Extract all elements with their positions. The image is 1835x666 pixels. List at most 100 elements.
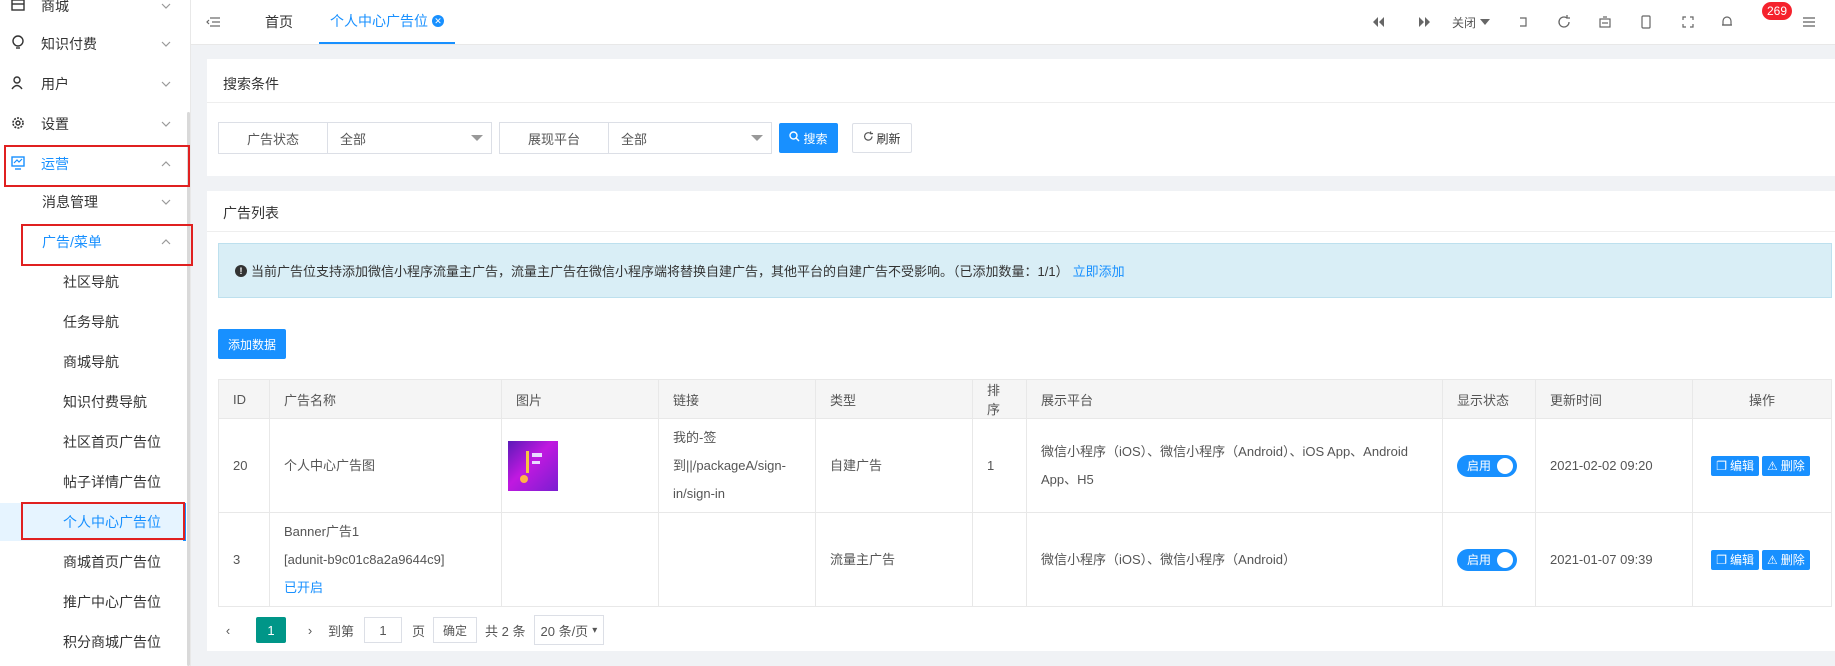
ad-thumbnail[interactable] [508,440,558,491]
sidebar-item-knowledge-nav[interactable]: 知识付费导航 [0,384,186,420]
sidebar-item-messages[interactable]: 消息管理 [0,184,186,220]
add-now-link[interactable]: 立即添加 [1073,261,1125,280]
status-toggle[interactable]: 启用 [1457,548,1517,571]
cell-link: 我的-签到||/packageA/sign-in/sign-in [658,418,816,513]
clear-cache-icon[interactable] [1595,12,1615,32]
delete-button[interactable]: ⚠ 删除 [1762,549,1810,570]
delete-button-label: 删除 [1780,552,1805,567]
highlight-box [21,502,185,540]
fullscreen-icon[interactable] [1678,12,1698,32]
edit-button[interactable]: ❐ 编辑 [1711,455,1759,476]
status-select-value: 全部 [340,131,367,147]
sidebar-item-settings[interactable]: 设置 [0,106,186,142]
mobile-icon[interactable] [1636,12,1656,32]
search-icon [789,131,800,145]
sidebar-item-promo-center-ad[interactable]: 推广中心广告位 [0,584,186,620]
cell-time: 2021-02-02 09:20 [1535,418,1693,513]
status-toggle-label: 启用 [1467,458,1492,473]
goto-confirm-button[interactable]: 确定 [433,617,478,643]
sidebar-item-label: 积分商城广告位 [63,634,161,650]
prev-page-icon[interactable]: ‹ [218,623,238,638]
sidebar-item-user[interactable]: 用户 [0,66,186,102]
ad-notice: ! 当前广告位支持添加微信小程序流量主广告，流量主广告在微信小程序端将替换自建广… [218,243,1832,298]
ad-enabled-text: 已开启 [284,579,324,595]
bell-icon[interactable] [1717,12,1737,32]
user-icon [10,75,26,91]
sidebar-item-shop-nav[interactable]: 商城导航 [0,344,186,380]
highlight-box [4,145,190,187]
ad-unit-id: [adunit-b9c01c8a2a9644c9] [284,551,445,567]
column-header: 展示平台 [1026,379,1443,419]
table-row: 20 个人中心广告图 我的-签到||/packageA/sign-in/sign… [218,418,1832,513]
tab-home[interactable]: 首页 [265,0,293,44]
pagination: ‹ 1 › 到第 1 页 确定 共 2 条 20 条/页 ▾ [218,614,605,646]
page-unit-label: 页 [412,623,426,639]
sidebar-item-shop-home-ad[interactable]: 商城首页广告位 [0,544,186,580]
cell-image [501,418,659,513]
status-filter-label: 广告状态 [219,123,328,153]
column-header: 操作 [1692,379,1832,419]
search-panel: 搜索条件 广告状态 全部 展现平台 全部 搜索 刷新 [207,59,1835,176]
platform-filter-label: 展现平台 [500,123,609,153]
platform-select-value: 全部 [621,131,648,147]
next-page-icon[interactable]: › [300,623,320,638]
status-select[interactable]: 全部 [328,123,491,153]
scroll-left-icon[interactable] [1368,12,1388,32]
cell-type: 流量主广告 [815,512,973,607]
sidebar-item-community-nav[interactable]: 社区导航 [0,264,186,300]
goto-label: 到第 [328,623,355,639]
warning-icon: ⚠ [1767,458,1778,473]
highlight-box [21,224,193,266]
column-header: ID [218,379,270,419]
sidebar-item-label: 用户 [41,76,69,92]
status-filter[interactable]: 广告状态 全部 [218,122,492,154]
edit-button-label: 编辑 [1729,458,1754,473]
platform-filter[interactable]: 展现平台 全部 [499,122,772,154]
close-icon[interactable]: ✕ [432,15,444,27]
goto-page-input[interactable]: 1 [364,617,403,643]
chevron-down-icon: ▾ [592,624,598,636]
sidebar-item-knowledge[interactable]: 知识付费 [0,26,186,62]
page-number-current[interactable]: 1 [256,617,286,643]
more-menu-icon[interactable] [1799,12,1819,32]
menu-fold-icon[interactable] [203,12,223,32]
refresh-icon[interactable] [1554,12,1574,32]
info-icon: ! [235,264,247,277]
sidebar-item-points-shop-ad[interactable]: 积分商城广告位 [0,624,186,660]
cell-status: 启用 [1442,418,1536,513]
tab-profile-ad[interactable]: 个人中心广告位 ✕ [319,0,455,44]
cell-id: 20 [218,418,270,513]
sidebar-item-shop[interactable]: 商城 [0,0,186,24]
close-menu[interactable]: 关闭 [1452,0,1491,44]
status-toggle[interactable]: 启用 [1457,454,1517,477]
platform-select[interactable]: 全部 [609,123,771,153]
sidebar-item-label: 推广中心广告位 [63,594,161,610]
add-data-button[interactable]: 添加数据 [218,329,286,359]
sidebar-scrollbar[interactable] [187,112,190,666]
edit-button[interactable]: ❐ 编辑 [1711,549,1759,570]
notification-badge: 269 [1762,2,1793,20]
refresh-button[interactable]: 刷新 [852,123,912,153]
delete-button[interactable]: ⚠ 删除 [1762,455,1810,476]
topbar: 首页 个人中心广告位 ✕ 关闭 [191,0,1835,45]
sidebar-item-label: 帖子详情广告位 [63,474,161,490]
page-size-select[interactable]: 20 条/页 ▾ [533,615,605,645]
scroll-right-icon[interactable] [1415,12,1435,32]
sidebar-item-label: 商城 [41,0,69,14]
sidebar-item-task-nav[interactable]: 任务导航 [0,304,186,340]
sidebar-item-community-home-ad[interactable]: 社区首页广告位 [0,424,186,460]
chevron-down-icon [160,0,172,12]
sidebar-item-label: 设置 [41,116,69,132]
sidebar-item-post-detail-ad[interactable]: 帖子详情广告位 [0,464,186,500]
sidebar: 商城 知识付费 用户 设置 运营 消息管理 广告/菜单 社区导航 任务导航 商城… [0,0,191,666]
search-panel-title: 搜索条件 [223,76,279,92]
page-size-value: 20 条/页 [540,623,589,639]
search-button[interactable]: 搜索 [779,123,838,153]
column-header: 排序 [972,379,1027,419]
return-icon[interactable] [1513,12,1533,32]
bulb-icon [10,35,26,51]
chevron-down-icon [160,118,172,130]
cell-sort: 1 [972,418,1027,513]
total-count: 共 2 条 [485,623,526,639]
cell-name: Banner广告1 [adunit-b9c01c8a2a9644c9] 已开启 [269,512,502,607]
